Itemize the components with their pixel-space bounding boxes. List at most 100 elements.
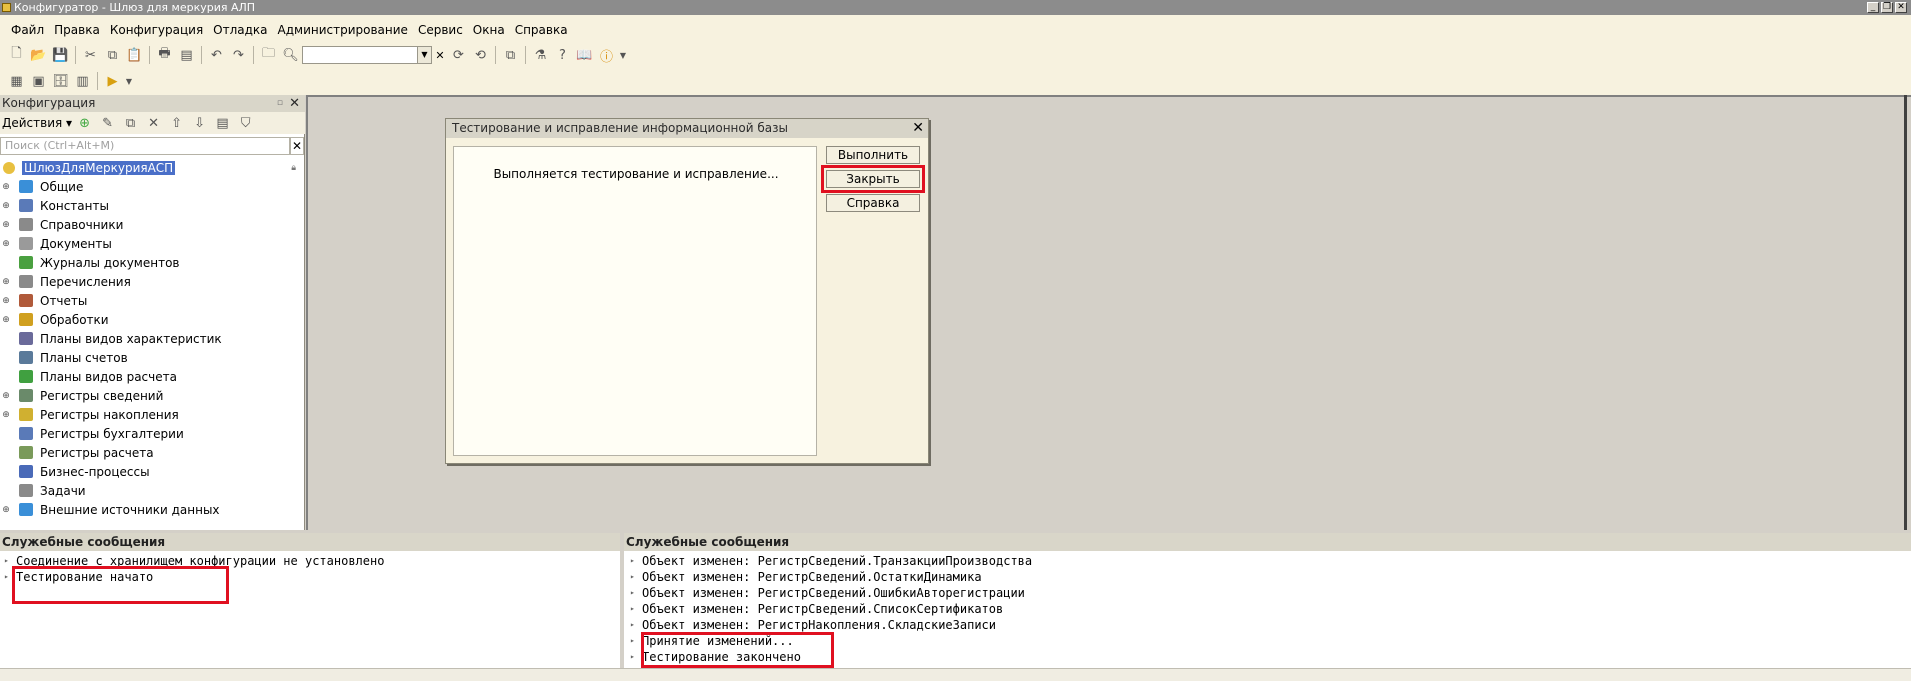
undo-icon[interactable]: ↶: [206, 45, 227, 66]
menu-item[interactable]: Конфигурация: [105, 21, 208, 39]
expand-icon[interactable]: ⊕: [0, 220, 12, 230]
tree-item-label: Справочники: [40, 217, 124, 232]
help-button[interactable]: Справка: [826, 194, 920, 212]
info-icon[interactable]: ⓘ: [596, 45, 617, 66]
move-down-icon[interactable]: ⇩: [189, 113, 210, 134]
message-line[interactable]: ▸ Объект изменен: РегистрСведений.Транзак…: [626, 553, 1906, 569]
delete-icon[interactable]: ✕: [143, 113, 164, 134]
redo-icon[interactable]: ↷: [228, 45, 249, 66]
clear-search-icon[interactable]: ✕: [433, 45, 447, 66]
configuration-search-input[interactable]: Поиск (Ctrl+Alt+M): [0, 137, 290, 155]
close-panel-icon[interactable]: ✕: [289, 95, 300, 112]
expand-icon[interactable]: ⊕: [0, 277, 12, 287]
expand-icon[interactable]: ⊕: [0, 182, 12, 192]
tree-item[interactable]: ⊕ Регистры сведений: [0, 386, 304, 405]
menu-item[interactable]: Отладка: [208, 21, 272, 39]
main-menu: Файл Правка Конфигурация Отладка Администрир…: [6, 21, 573, 39]
paste-icon[interactable]: 📋: [124, 45, 145, 66]
expand-icon[interactable]: ⊕: [0, 315, 12, 325]
syntax-assistant-icon[interactable]: ⚗: [530, 45, 551, 66]
tree-item[interactable]: ⊕ Документы: [0, 234, 304, 253]
expand-icon[interactable]: ⊕: [0, 201, 12, 211]
tree-item[interactable]: ⊕ Перечисления: [0, 272, 304, 291]
pin-icon[interactable]: ▫: [277, 95, 283, 112]
menu-item[interactable]: Справка: [510, 21, 573, 39]
tree-item[interactable]: ⊕ Внешние источники данных: [0, 500, 304, 519]
calculation-registers-icon: [19, 446, 33, 459]
config-window-icon[interactable]: ▦: [6, 71, 27, 92]
help-index-icon[interactable]: 📖: [574, 45, 595, 66]
copy-object-icon[interactable]: ⧉: [120, 113, 141, 134]
tree-item[interactable]: ⊕ Отчеты: [0, 291, 304, 310]
tree-item[interactable]: Регистры расчета: [0, 443, 304, 462]
print-preview-icon[interactable]: ▤: [176, 45, 197, 66]
cut-icon[interactable]: ✂: [80, 45, 101, 66]
save-icon[interactable]: 💾: [50, 45, 71, 66]
tree-item[interactable]: ⊕ Справочники: [0, 215, 304, 234]
chevron-down-icon[interactable]: ▼: [417, 47, 431, 63]
windows-icon[interactable]: ⧉: [500, 45, 521, 66]
table-icon[interactable]: ▥: [72, 71, 93, 92]
menu-item[interactable]: Правка: [49, 21, 105, 39]
run-debug-icon[interactable]: ▶: [102, 71, 123, 92]
expand-icon[interactable]: ⊕: [0, 296, 12, 306]
message-line[interactable]: ▸ Объект изменен: РегистрСведений.Остатки…: [626, 569, 1906, 585]
tree-item[interactable]: ⊕ Общие: [0, 177, 304, 196]
find-next-icon[interactable]: ⟳: [448, 45, 469, 66]
menu-item[interactable]: Окна: [468, 21, 510, 39]
add-icon[interactable]: ⊕: [74, 113, 95, 134]
accounting-registers-icon: [19, 427, 33, 440]
tree-root[interactable]: ШлюзДляМеркурияАСП 🔒︎: [0, 158, 304, 177]
expand-icon[interactable]: ⊕: [0, 391, 12, 401]
charts-of-accounts-icon: [19, 351, 33, 364]
compare-icon[interactable]: ▣: [28, 71, 49, 92]
new-file-icon[interactable]: 🗋: [6, 45, 27, 66]
more-chevron-icon[interactable]: ▼: [124, 71, 134, 92]
clear-search-icon[interactable]: ✕: [290, 137, 304, 155]
tree-item[interactable]: Регистры бухгалтерии: [0, 424, 304, 443]
tree-item[interactable]: ⊕ Регистры накопления: [0, 405, 304, 424]
minimize-icon[interactable]: _: [1867, 2, 1879, 13]
move-up-icon[interactable]: ⇧: [166, 113, 187, 134]
dialog-close-icon[interactable]: ✕: [912, 121, 924, 136]
message-line[interactable]: ▸ Объект изменен: РегистрНакопления.Склад…: [626, 617, 1906, 633]
edit-icon[interactable]: ✎: [97, 113, 118, 134]
tree-item[interactable]: Планы видов расчета: [0, 367, 304, 386]
help-contents-icon[interactable]: ?: [552, 45, 573, 66]
constants-icon: [19, 199, 33, 212]
tree-item[interactable]: Бизнес-процессы: [0, 462, 304, 481]
menu-item[interactable]: Администрирование: [273, 21, 413, 39]
restore-icon[interactable]: ❐: [1881, 2, 1893, 13]
search-combo[interactable]: ▼: [302, 46, 432, 64]
tree-item[interactable]: ⊕ Константы: [0, 196, 304, 215]
find-in-folder-icon[interactable]: 🗀: [258, 45, 279, 66]
expand-icon[interactable]: ⊕: [0, 239, 12, 249]
message-line[interactable]: ▸ Объект изменен: РегистрСведений.ОшибкиА…: [626, 585, 1906, 601]
print-icon[interactable]: 🖶: [154, 45, 175, 66]
configuration-tree: ШлюзДляМеркурияАСП 🔒︎ ⊕ Общие ⊕ Константы ⊕ С…: [0, 158, 304, 519]
close-icon[interactable]: ✕: [1895, 2, 1907, 13]
tree-item-label: Планы счетов: [40, 350, 128, 365]
tree-item[interactable]: Планы видов характеристик: [0, 329, 304, 348]
copy-icon[interactable]: ⧉: [102, 45, 123, 66]
reports-icon: [19, 294, 33, 307]
message-line[interactable]: ▸ Объект изменен: РегистрСведений.СписокС…: [626, 601, 1906, 617]
search-icon[interactable]: 🔍︎: [280, 45, 301, 66]
filter-icon[interactable]: ⛉: [235, 113, 256, 134]
find-prev-icon[interactable]: ⟲: [470, 45, 491, 66]
run-button[interactable]: Выполнить: [826, 146, 920, 164]
actions-menu[interactable]: Действия ▾: [2, 116, 72, 130]
menu-item[interactable]: Файл: [6, 21, 49, 39]
tree-item[interactable]: Планы счетов: [0, 348, 304, 367]
database-icon[interactable]: 🗄: [50, 71, 71, 92]
open-file-icon[interactable]: 📂: [28, 45, 49, 66]
messages-splitter[interactable]: [620, 533, 624, 681]
expand-icon[interactable]: ⊕: [0, 505, 12, 515]
sort-icon[interactable]: ▤: [212, 113, 233, 134]
expand-icon[interactable]: ⊕: [0, 410, 12, 420]
more-chevron-icon[interactable]: ▼: [618, 45, 628, 66]
tree-item[interactable]: Задачи: [0, 481, 304, 500]
tree-item[interactable]: ⊕ Обработки: [0, 310, 304, 329]
tree-item[interactable]: Журналы документов: [0, 253, 304, 272]
menu-item[interactable]: Сервис: [413, 21, 468, 39]
